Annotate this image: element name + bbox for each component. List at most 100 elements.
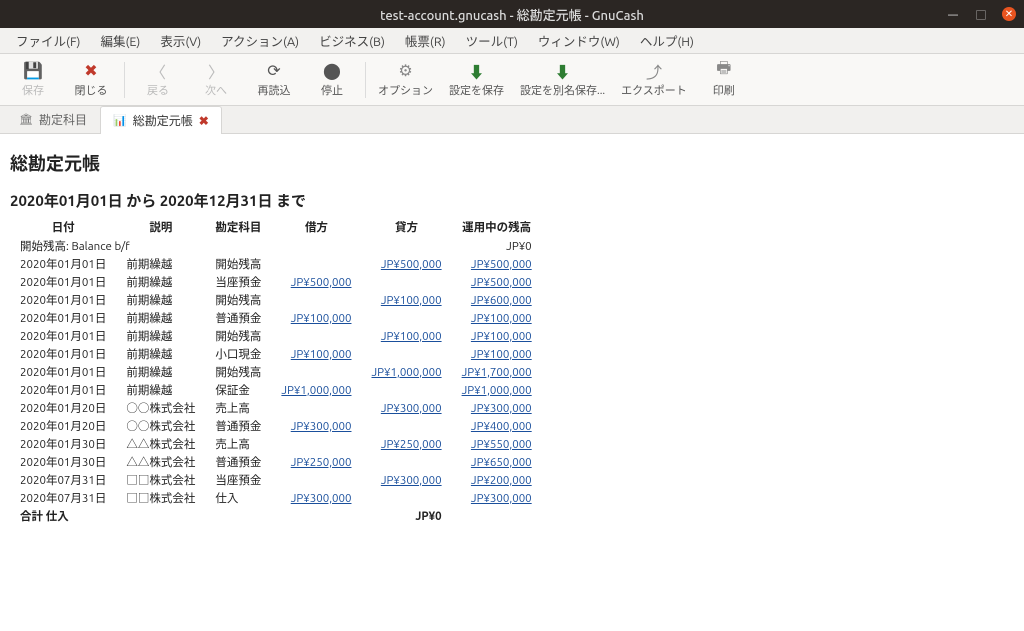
amount-link[interactable]: JP¥1,000,000: [462, 384, 532, 397]
settings-save-as-icon: ⬇: [555, 62, 571, 80]
cell-credit: [361, 273, 451, 291]
cell-credit: JP¥300,000: [361, 399, 451, 417]
print-button[interactable]: 🖶 印刷: [695, 58, 753, 102]
cell-date: 2020年07月31日: [10, 489, 116, 507]
amount-link[interactable]: JP¥400,000: [471, 420, 532, 433]
cell-credit: JP¥500,000: [361, 255, 451, 273]
options-button[interactable]: ⚙ オプション: [370, 58, 441, 102]
tab-close-icon[interactable]: ✖: [199, 114, 209, 128]
amount-link[interactable]: JP¥550,000: [471, 438, 532, 451]
cell-credit: [361, 381, 451, 399]
table-row: 2020年07月31日□□株式会社当座預金JP¥300,000JP¥200,00…: [10, 471, 542, 489]
cell-debit: JP¥300,000: [271, 417, 361, 435]
amount-link[interactable]: JP¥300,000: [471, 402, 532, 415]
cell-date: 2020年01月20日: [10, 417, 116, 435]
table-row: 2020年01月30日△△株式会社売上高JP¥250,000JP¥550,000: [10, 435, 542, 453]
amount-link[interactable]: JP¥1,700,000: [462, 366, 532, 379]
cell-balance: JP¥650,000: [452, 453, 542, 471]
stop-button[interactable]: ⬤ 停止: [303, 58, 361, 102]
cell-account: 開始残高: [205, 291, 271, 309]
close-window-button[interactable]: ✕: [1002, 7, 1016, 21]
cell-desc: 前期繰越: [116, 273, 205, 291]
report-range: 2020年01月01日 から 2020年12月31日 まで: [10, 190, 1010, 211]
tool-label: 閉じる: [75, 82, 108, 98]
cell-credit: [361, 417, 451, 435]
amount-link[interactable]: JP¥300,000: [381, 474, 442, 487]
total-row: 合計 仕入JP¥0: [10, 507, 542, 525]
menu-view[interactable]: 表示(V): [150, 31, 211, 50]
accounts-icon: 🏛: [19, 113, 33, 126]
tool-label: 次へ: [205, 82, 227, 98]
save-button[interactable]: 💾 保存: [4, 58, 62, 102]
amount-link[interactable]: JP¥100,000: [381, 330, 442, 343]
amount-link[interactable]: JP¥300,000: [471, 492, 532, 505]
cell-desc: 前期繰越: [116, 345, 205, 363]
cell-balance: JP¥500,000: [452, 273, 542, 291]
table-row: 2020年01月30日△△株式会社普通預金JP¥250,000JP¥650,00…: [10, 453, 542, 471]
tab-accounts[interactable]: 🏛 勘定科目: [6, 105, 100, 133]
tab-ledger[interactable]: 📊 総勘定元帳 ✖: [100, 106, 222, 134]
amount-link[interactable]: JP¥100,000: [471, 330, 532, 343]
minimize-button[interactable]: —: [946, 7, 960, 21]
amount-link[interactable]: JP¥600,000: [471, 294, 532, 307]
save-settings-as-button[interactable]: ⬇ 設定を別名保存...: [512, 58, 613, 102]
tool-label: 印刷: [713, 82, 735, 98]
amount-link[interactable]: JP¥650,000: [471, 456, 532, 469]
forward-button[interactable]: 〉 次へ: [187, 58, 245, 102]
close-button[interactable]: ✖ 閉じる: [62, 58, 120, 102]
menu-actions[interactable]: アクション(A): [211, 31, 309, 50]
cell-account: 仕入: [205, 489, 271, 507]
menu-reports[interactable]: 帳票(R): [395, 31, 456, 50]
titlebar: test-account.gnucash - 総勘定元帳 - GnuCash —…: [0, 0, 1024, 28]
amount-link[interactable]: JP¥500,000: [291, 276, 352, 289]
cell-debit: [271, 399, 361, 417]
amount-link[interactable]: JP¥500,000: [381, 258, 442, 271]
cell-account: 売上高: [205, 399, 271, 417]
cell-desc: 前期繰越: [116, 309, 205, 327]
cell-account: 開始残高: [205, 363, 271, 381]
menu-help[interactable]: ヘルプ(H): [630, 31, 704, 50]
amount-link[interactable]: JP¥250,000: [291, 456, 352, 469]
menu-edit[interactable]: 編集(E): [90, 31, 150, 50]
maximize-button[interactable]: ▢: [974, 7, 988, 21]
amount-link[interactable]: JP¥100,000: [291, 348, 352, 361]
amount-link[interactable]: JP¥300,000: [291, 492, 352, 505]
menu-file[interactable]: ファイル(F): [6, 31, 90, 50]
export-button[interactable]: ⤴ エクスポート: [613, 58, 695, 102]
menu-windows[interactable]: ウィンドウ(W): [528, 31, 630, 50]
reload-button[interactable]: ⟳ 再読込: [245, 58, 303, 102]
menu-tools[interactable]: ツール(T): [456, 31, 528, 50]
amount-link[interactable]: JP¥100,000: [471, 312, 532, 325]
cell-account: 普通預金: [205, 453, 271, 471]
amount-link[interactable]: JP¥250,000: [381, 438, 442, 451]
save-settings-button[interactable]: ⬇ 設定を保存: [441, 58, 512, 102]
amount-link[interactable]: JP¥500,000: [471, 276, 532, 289]
total-value: JP¥0: [361, 507, 451, 525]
cell-date: 2020年01月01日: [10, 381, 116, 399]
forward-icon: 〉: [208, 62, 224, 80]
amount-link[interactable]: JP¥200,000: [471, 474, 532, 487]
col-header-date: 日付: [10, 217, 116, 237]
amount-link[interactable]: JP¥300,000: [291, 420, 352, 433]
total-label: 合計 仕入: [10, 507, 361, 525]
amount-link[interactable]: JP¥100,000: [381, 294, 442, 307]
cell-balance: JP¥300,000: [452, 399, 542, 417]
cell-credit: [361, 453, 451, 471]
amount-link[interactable]: JP¥300,000: [381, 402, 442, 415]
cell-date: 2020年01月01日: [10, 309, 116, 327]
cell-desc: □□株式会社: [116, 471, 205, 489]
amount-link[interactable]: JP¥500,000: [471, 258, 532, 271]
cell-balance: JP¥100,000: [452, 327, 542, 345]
cell-account: 当座預金: [205, 273, 271, 291]
back-icon: 〈: [150, 62, 166, 80]
cell-credit: [361, 345, 451, 363]
amount-link[interactable]: JP¥1,000,000: [281, 384, 351, 397]
amount-link[interactable]: JP¥100,000: [471, 348, 532, 361]
cell-debit: [271, 471, 361, 489]
amount-link[interactable]: JP¥1,000,000: [371, 366, 441, 379]
cell-account: 開始残高: [205, 327, 271, 345]
opening-balance-row: 開始残高: Balance b/f JP¥0: [10, 237, 542, 255]
back-button[interactable]: 〈 戻る: [129, 58, 187, 102]
menu-business[interactable]: ビジネス(B): [309, 31, 395, 50]
amount-link[interactable]: JP¥100,000: [291, 312, 352, 325]
